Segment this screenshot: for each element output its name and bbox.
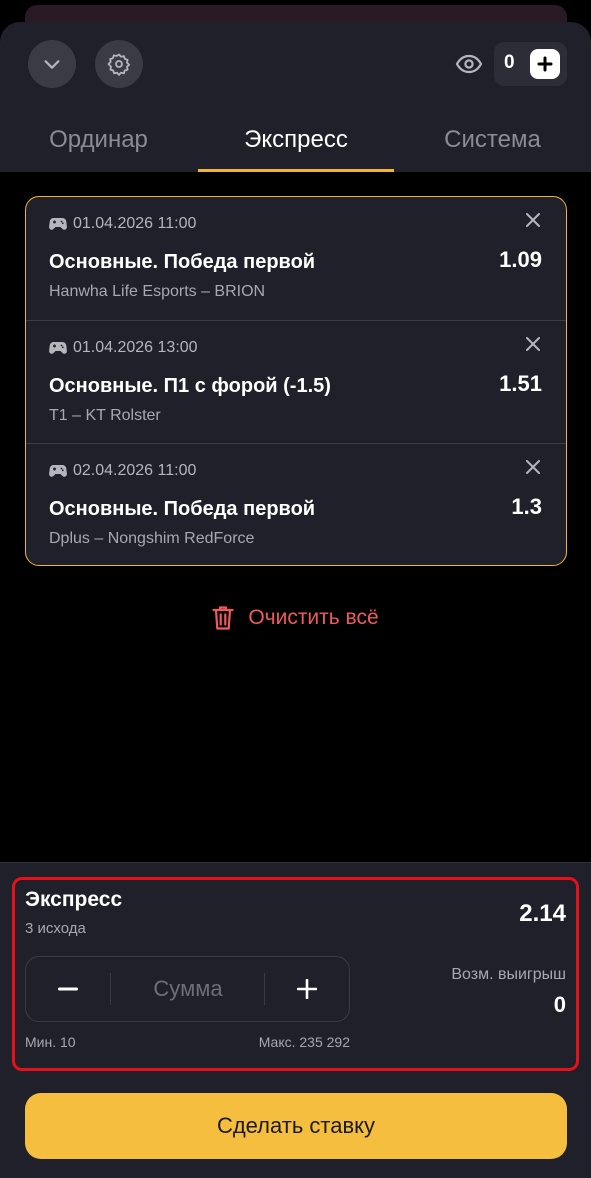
max-stake: Макс. 235 292 [258,1034,350,1050]
plus-icon [297,979,317,999]
tab-system[interactable]: Система [394,120,591,172]
bet-slip-list: 01.04.2026 11:00 Основные. Победа первой… [25,196,567,566]
bet-datetime: 01.04.2026 13:00 [49,339,198,357]
clear-all-button[interactable]: Очистить всё [0,600,591,636]
bet-market: Основные. П1 с форой (-1.5) [49,375,331,397]
bet-market: Основные. Победа первой [49,251,316,273]
eye-icon [455,54,483,74]
bet-market: Основные. Победа первой [49,498,316,520]
close-icon [526,460,540,474]
active-tab-indicator [198,169,394,172]
total-odds: 2.14 [519,900,566,927]
top-strip [0,0,591,35]
gamepad-icon [49,218,67,230]
settings-button[interactable] [95,40,143,88]
bet-item: 02.04.2026 11:00 Основные. Победа первой… [26,443,566,565]
outcomes-count: 3 исхода [25,920,86,937]
tab-single[interactable]: Ординар [0,120,197,172]
bet-datetime-text: 01.04.2026 11:00 [73,215,197,232]
bet-odds: 1.51 [499,371,542,396]
tab-express[interactable]: Экспресс [198,120,394,172]
express-title: Экспресс [25,888,123,911]
decrease-stake-button[interactable] [26,957,110,1021]
bet-teams: T1 – KT Rolster [49,407,161,424]
bet-odds: 1.3 [511,494,542,519]
collapse-button[interactable] [28,40,76,88]
betslip-header: 0 Ординар Экспресс Система [0,22,591,172]
bet-odds: 1.09 [499,247,542,272]
bet-item: 01.04.2026 13:00 Основные. П1 с форой (-… [26,320,566,443]
bet-datetime-text: 01.04.2026 13:00 [73,339,198,356]
close-icon [526,213,540,227]
bet-item: 01.04.2026 11:00 Основные. Победа первой… [26,197,566,320]
balance-widget: 0 [494,42,567,86]
remove-bet-button[interactable] [522,456,544,478]
possible-win-value: 0 [553,992,566,1017]
clear-all-label: Очистить всё [248,606,379,629]
bet-datetime: 01.04.2026 11:00 [49,215,196,233]
balance-value: 0 [504,52,515,73]
betslip-footer: Экспресс 3 исхода 2.14 Мин. 10 Макс. 235… [0,862,591,1178]
increase-stake-button[interactable] [265,957,349,1021]
add-funds-button[interactable] [530,49,560,79]
stake-stepper [25,956,350,1022]
stake-input[interactable] [111,957,265,1021]
chevron-down-icon [44,60,60,69]
possible-win-label: Возм. выигрыш [451,966,566,983]
express-summary: Экспресс 3 исхода 2.14 Мин. 10 Макс. 235… [12,877,579,1071]
gear-icon [107,53,131,76]
bet-datetime-text: 02.04.2026 11:00 [73,462,197,479]
close-icon [526,337,540,351]
bet-type-tabs: Ординар Экспресс Система [0,120,591,172]
gamepad-icon [49,465,67,477]
bet-teams: Dplus – Nongshim RedForce [49,530,255,547]
trash-icon [212,606,234,630]
bet-teams: Hanwha Life Esports – BRION [49,283,266,300]
gamepad-icon [49,342,67,354]
bet-datetime: 02.04.2026 11:00 [49,462,196,480]
visibility-toggle[interactable] [454,50,484,78]
place-bet-button[interactable]: Сделать ставку [25,1093,567,1159]
remove-bet-button[interactable] [522,209,544,231]
minus-icon [58,987,78,991]
remove-bet-button[interactable] [522,333,544,355]
plus-icon [537,56,553,72]
